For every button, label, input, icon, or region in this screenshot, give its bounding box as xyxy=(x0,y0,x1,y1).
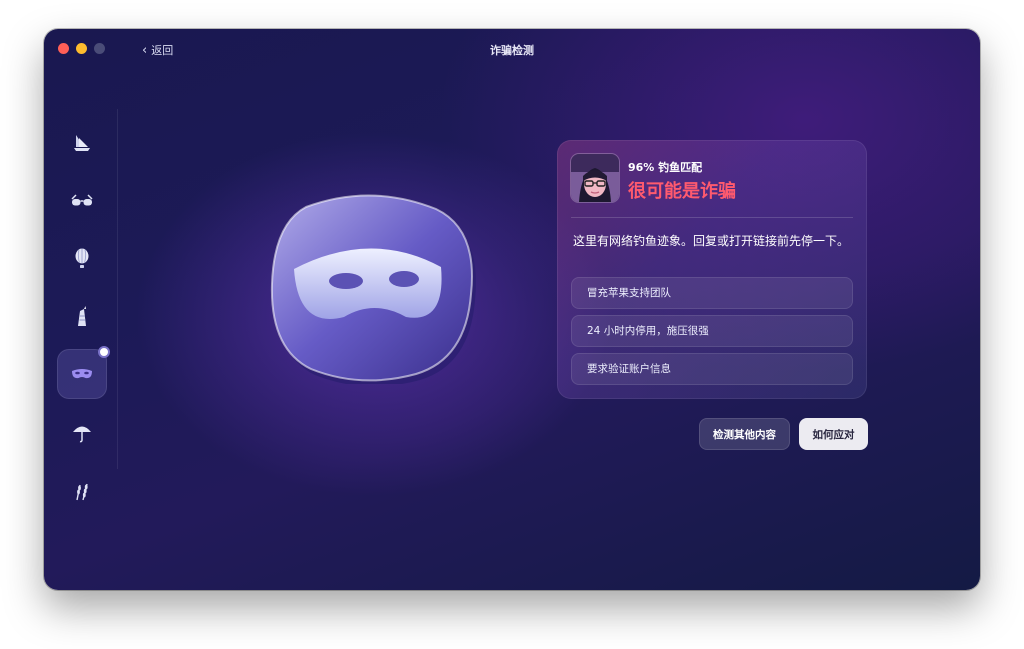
active-indicator xyxy=(98,346,110,358)
mask-icon xyxy=(270,194,476,387)
sidebar-item-mask[interactable] xyxy=(57,346,110,399)
sidebar-item-umbrella[interactable] xyxy=(57,407,107,457)
reason-item: 冒充苹果支持团队 xyxy=(571,277,853,309)
umbrella-icon xyxy=(73,426,91,443)
reason-item: 要求验证账户信息 xyxy=(571,353,853,385)
glasses-icon xyxy=(71,194,93,206)
sidebar-item-wheat[interactable] xyxy=(57,465,107,515)
sidebar xyxy=(44,109,118,501)
result-description: 这里有网络钓鱼迹象。回复或打开链接前先停一下。 xyxy=(573,234,850,248)
mask-icon xyxy=(72,369,92,379)
sender-avatar xyxy=(571,154,619,202)
sidebar-item-balloon[interactable] xyxy=(57,233,107,283)
how-to-respond-button[interactable]: 如何应对 xyxy=(799,418,868,450)
divider xyxy=(571,217,853,218)
scam-result-card: 96% 钓鱼匹配 很可能是诈骗 这里有网络钓鱼迹象。回复或打开链接前先停一下。 … xyxy=(557,140,867,399)
sidebar-item-tower[interactable] xyxy=(57,291,107,341)
ship-icon xyxy=(74,135,90,151)
reason-item: 24 小时内停用，施压很强 xyxy=(571,315,853,347)
window-title: 诈骗检测 xyxy=(490,44,534,57)
tower-icon xyxy=(78,306,86,326)
wheat-icon xyxy=(76,483,88,501)
verdict-title: 很可能是诈骗 xyxy=(628,181,736,202)
app-window: ‹ 返回 诈骗检测 96% 钓鱼匹配 很可能是诈骗 这里有网络钓鱼迹象。回复或打… xyxy=(44,29,980,590)
match-score: 96% 钓鱼匹配 xyxy=(628,161,703,174)
hero-mask-illustration xyxy=(266,189,478,387)
sidebar-item-glasses[interactable] xyxy=(57,175,107,225)
scan-other-content-button[interactable]: 检测其他内容 xyxy=(699,418,790,450)
sidebar-item-ship[interactable] xyxy=(57,117,107,167)
balloon-icon xyxy=(75,248,89,268)
